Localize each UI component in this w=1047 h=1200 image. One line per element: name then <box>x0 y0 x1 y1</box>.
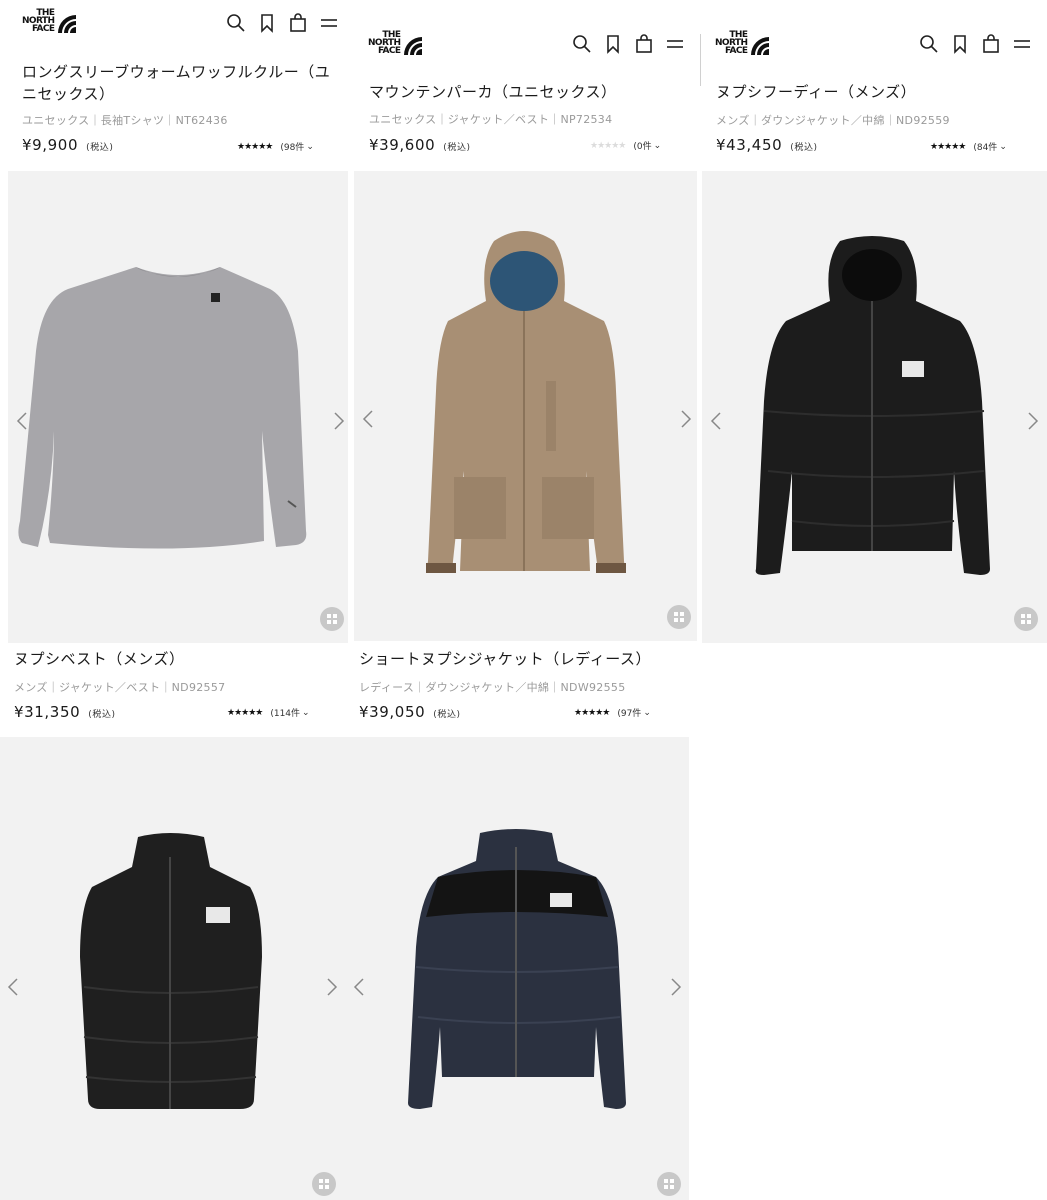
half-dome-icon <box>58 15 77 33</box>
product-title[interactable]: ヌプシフーディー（メンズ） <box>716 81 916 103</box>
chevron-right-icon[interactable] <box>680 409 692 429</box>
product-rating[interactable]: ★★★★★ (97件 ⌄ <box>574 706 651 720</box>
chevron-left-icon[interactable] <box>710 411 722 431</box>
product-image-nuptse-vest[interactable] <box>0 737 346 1200</box>
chevron-left-icon[interactable] <box>362 409 374 429</box>
zoom-grid-icon[interactable] <box>667 605 691 629</box>
menu-icon[interactable] <box>1012 34 1032 54</box>
product-meta: ユニセックス｜ジャケット／ベスト｜NP72534 <box>369 113 613 126</box>
gray-waffle-shirt-image <box>18 267 307 549</box>
half-dome-icon <box>751 37 770 55</box>
product-price: ¥31,350 (税込) <box>14 703 116 721</box>
cart-icon[interactable] <box>981 34 1001 54</box>
product-meta: ユニセックス｜長袖Tシャツ｜NT62436 <box>22 114 228 127</box>
product-title[interactable]: ショートヌプシジャケット（レディース） <box>359 648 651 670</box>
chevron-left-icon[interactable] <box>16 411 28 431</box>
product-rating[interactable]: ★★★★★ (98件 ⌄ <box>237 140 314 154</box>
product-price: ¥39,050 (税込) <box>359 703 461 721</box>
black-nuptse-hoodie-image <box>755 236 990 575</box>
chevron-right-icon[interactable] <box>326 977 338 997</box>
chevron-right-icon[interactable] <box>670 977 682 997</box>
the-north-face-logo[interactable]: THE NORTH FACE <box>368 31 423 56</box>
product-rating[interactable]: ★★★★★ (114件 ⌄ <box>227 706 310 720</box>
zoom-grid-icon[interactable] <box>1014 607 1038 631</box>
chevron-down-icon: ⌄ <box>653 140 662 151</box>
product-title[interactable]: マウンテンパーカ（ユニセックス） <box>369 81 617 103</box>
star-rating-icon: ★★★★★ <box>237 141 273 152</box>
the-north-face-logo[interactable]: THE NORTH FACE <box>715 31 770 56</box>
zoom-grid-icon[interactable] <box>320 607 344 631</box>
product-price: ¥43,450 (税込) <box>716 136 818 154</box>
product-title[interactable]: ヌプシベスト（メンズ） <box>14 648 185 670</box>
star-rating-icon: ★★★★★ <box>590 140 626 151</box>
star-rating-icon: ★★★★★ <box>227 707 263 718</box>
cart-icon[interactable] <box>288 13 308 33</box>
product-meta: メンズ｜ダウンジャケット／中綿｜ND92559 <box>716 114 950 127</box>
product-image-nuptse-hoodie[interactable] <box>702 171 1047 643</box>
header-right: THE NORTH FACE <box>700 28 1047 78</box>
search-icon[interactable] <box>572 34 592 54</box>
header-left: THE NORTH FACE <box>0 0 350 50</box>
chevron-down-icon: ⌄ <box>302 707 310 718</box>
chevron-down-icon: ⌄ <box>999 141 1007 152</box>
chevron-left-icon[interactable] <box>353 977 365 997</box>
chevron-right-icon[interactable] <box>1027 411 1039 431</box>
product-rating[interactable]: ★★★★★ (0件 ⌄ <box>590 139 662 153</box>
product-image-gray-shirt[interactable] <box>8 171 348 643</box>
bookmark-icon[interactable] <box>257 13 277 33</box>
beige-mountain-parka-image <box>426 231 626 573</box>
search-icon[interactable] <box>919 34 939 54</box>
chevron-down-icon: ⌄ <box>643 707 651 718</box>
bookmark-icon[interactable] <box>603 34 623 54</box>
black-nuptse-vest-image <box>80 833 262 1109</box>
half-dome-icon <box>404 37 423 55</box>
product-title[interactable]: ロングスリーブウォームワッフルクルー（ユ ニセックス） <box>22 61 342 105</box>
product-price: ¥39,600 (税込) <box>369 136 471 154</box>
cart-icon[interactable] <box>634 34 654 54</box>
product-meta: レディース｜ダウンジャケット／中綿｜NDW92555 <box>359 681 626 694</box>
menu-icon[interactable] <box>665 34 685 54</box>
chevron-down-icon: ⌄ <box>306 141 314 152</box>
the-north-face-logo[interactable]: THE NORTH FACE <box>22 9 77 34</box>
menu-icon[interactable] <box>319 13 339 33</box>
star-rating-icon: ★★★★★ <box>574 707 610 718</box>
chevron-left-icon[interactable] <box>7 977 19 997</box>
zoom-grid-icon[interactable] <box>312 1172 336 1196</box>
zoom-grid-icon[interactable] <box>657 1172 681 1196</box>
product-image-short-nuptse[interactable] <box>346 737 689 1200</box>
chevron-right-icon[interactable] <box>333 411 345 431</box>
search-icon[interactable] <box>226 13 246 33</box>
product-rating[interactable]: ★★★★★ (84件 ⌄ <box>930 140 1007 154</box>
navy-short-nuptse-image <box>408 829 626 1109</box>
header-middle: THE NORTH FACE <box>350 28 700 78</box>
bookmark-icon[interactable] <box>950 34 970 54</box>
star-rating-icon: ★★★★★ <box>930 141 966 152</box>
product-meta: メンズ｜ジャケット／ベスト｜ND92557 <box>14 681 226 694</box>
product-image-mountain-parka[interactable] <box>354 171 697 641</box>
product-price: ¥9,900 (税込) <box>22 136 114 154</box>
